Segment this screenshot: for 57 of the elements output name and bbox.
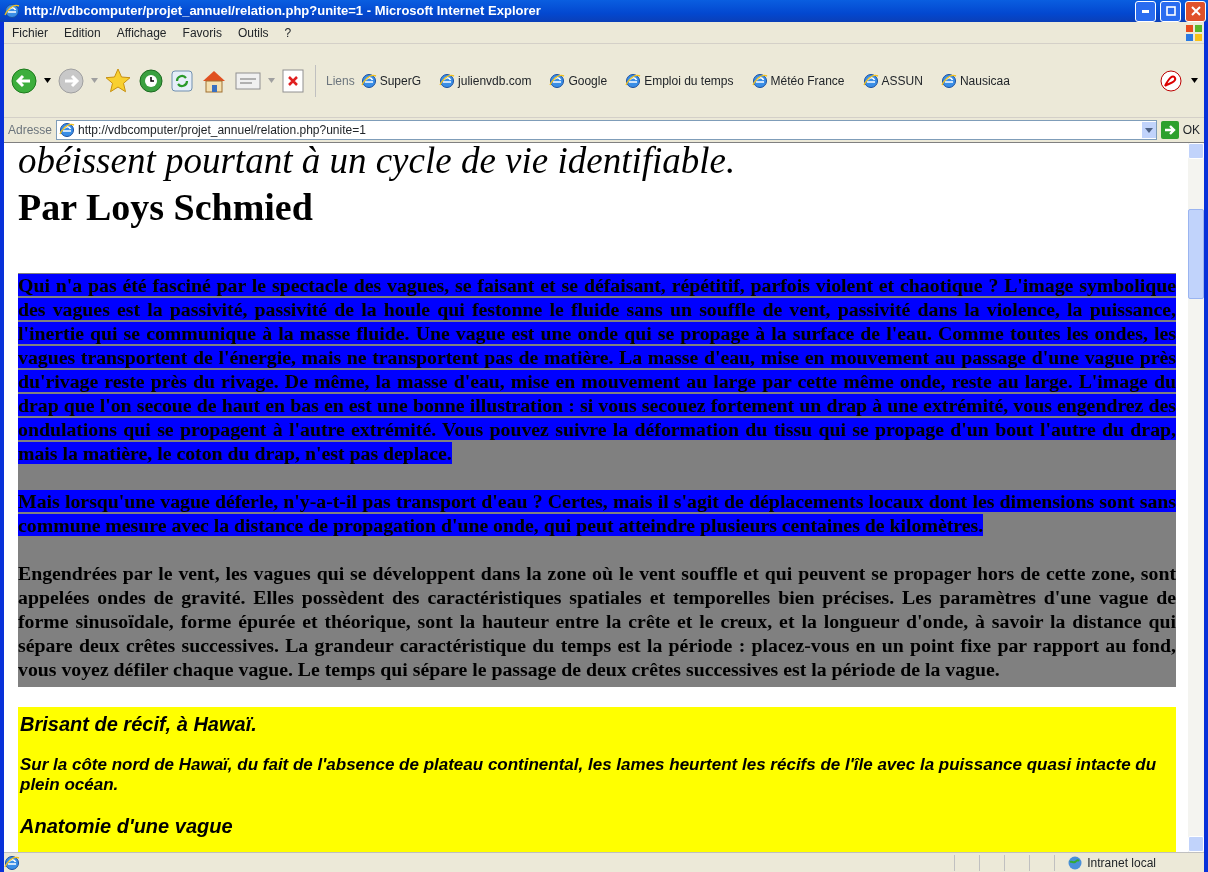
- paragraph: Engendrées par le vent, les vagues qui se développent dans la zone où le vent souffle et qui peuvent se propager hors de cette zone, sont appelées ondes de gravité. Elles possèdent des caractéristiques spatiales et temporelles bien précises. Les paramètres d'une vague de forme sinusoïdale, forme épurée et théorique, sont la hauteur entre la crête et le creux, et la longueur d'onde, à savoir la distance qui sépare deux crêtes successives. La grandeur caractéristique du temps est la période : placez-vous en un point fixe par rapport au fond, vous voyez défiler chaque vague. Le temps qui sépare le passage de deux crêtes successives est la période de la vague.: [18, 561, 1176, 681]
- paragraph: Mais lorsqu'une vague déferle, n'y-a-t-il pas transport d'eau ? Certes, mais il s'agit de déplacements locaux dont les dimensions sont sans commune mesure avec la distance de propagation d'une onde, qui peut atteindre plusieurs centaines de kilomètres.: [18, 489, 1176, 537]
- ie-page-icon: [439, 72, 456, 89]
- globe-icon: [1067, 854, 1084, 871]
- link[interactable]: julienvdb.com: [439, 71, 532, 90]
- section-heading: Anatomie d'une vague: [20, 814, 234, 839]
- menu-item[interactable]: Favoris: [174, 23, 230, 42]
- go-arrow-icon: [1160, 121, 1179, 139]
- history-icon[interactable]: [138, 67, 164, 94]
- maximize-button[interactable]: [1160, 0, 1181, 22]
- maximize-icon: [1165, 6, 1176, 16]
- go-button[interactable]: OK: [1160, 121, 1200, 139]
- author-heading: Par Loys Schmied: [18, 185, 314, 229]
- windows-flag-icon: [1184, 22, 1204, 43]
- link[interactable]: Google: [549, 71, 608, 90]
- scroll-thumb[interactable]: [1188, 209, 1204, 299]
- link[interactable]: ASSUN: [862, 71, 923, 90]
- address-field[interactable]: http://vdbcomputer/projet_annuel/relation.php?unite=1: [56, 120, 1157, 140]
- ie-page-icon: [625, 72, 642, 89]
- link[interactable]: Nausicaa: [940, 71, 1010, 90]
- ie-page-icon: [549, 72, 566, 89]
- close-icon: [1190, 6, 1201, 16]
- menu-item[interactable]: Outils: [229, 23, 277, 42]
- back-icon[interactable]: [10, 66, 38, 95]
- refresh-icon[interactable]: [170, 68, 194, 93]
- caption-text: Sur la côte nord de Hawaï, du fait de l'absence de plateau continental, les lames heurtent les récifs de l'île avec la puissance quasi intacte du plein océan.: [20, 755, 1158, 795]
- ie-page-icon: [4, 854, 20, 871]
- ie-page-icon: [862, 72, 879, 89]
- close-button[interactable]: [1185, 0, 1206, 22]
- minimize-button[interactable]: [1135, 0, 1156, 22]
- link[interactable]: SuperG: [360, 71, 422, 90]
- paragraph: Qui n'a pas été fasciné par le spectacle des vagues, se faisant et se défaisant, répétitif, parfois violent et chaotique ? L'image symbolique des vagues est la passivité, passivité de la houle qui festonne le fluide sans un souffle de vent, passivité dans la violence, la puissance, l'inertie qui se communique à la masse fluide. Une vague est une onde qui se propage à la surface de l'eau. Comme toutes les ondes, les vagues transportent de l'énergie, mais ne transportent pas de matière. La masse d'eau, mise en mouvement au passage d'une vague près du'rivage reste près du rivage. De même, la masse d'eau, mise en mouvement au large par cette même onde, reste au large. L'image du drap que l'on secoue de haut en bas en est une bonne illustration : si vous secouez fortement un drap à une extrémité, vous engendrez des ondulations qui se propagent à l'autre extrémité. Vous pouvez suivre la déformation du tissu qui se propage d'un bout l'autre du drap, mais la matière, le coton du drap, n'est pas deplace.: [18, 273, 1176, 465]
- menu-item[interactable]: Fichier: [4, 23, 56, 42]
- ie-page-icon: [360, 72, 377, 89]
- menu-item[interactable]: Affichage: [108, 23, 175, 42]
- caption-title: Brisant de récif, à Hawaï.: [20, 712, 258, 737]
- security-zone: Intranet local: [1087, 854, 1156, 872]
- minimize-icon: [1142, 9, 1149, 13]
- caret-icon[interactable]: [44, 78, 51, 83]
- caret-icon[interactable]: [1191, 78, 1198, 83]
- link[interactable]: Météo France: [751, 71, 845, 90]
- stop-icon[interactable]: [281, 67, 305, 94]
- ie-page-icon: [751, 72, 768, 89]
- ie-page-icon: [940, 72, 957, 89]
- ie-page-icon: [59, 122, 76, 138]
- star-icon[interactable]: [104, 66, 132, 95]
- dropdown-icon[interactable]: [1141, 122, 1156, 138]
- scrollbar[interactable]: [1188, 143, 1204, 852]
- subtitle-text: obéissent pourtant à un cycle de vie identifiable.: [18, 143, 737, 181]
- menu-item[interactable]: ?: [276, 23, 300, 42]
- address-label: Adresse: [8, 122, 53, 139]
- menu-item[interactable]: Edition: [56, 23, 109, 42]
- links-label: Liens: [326, 72, 355, 90]
- forward-icon[interactable]: [57, 66, 85, 95]
- ie-icon: [4, 3, 20, 19]
- window-title: http://vdbcomputer/projet_annuel/relation.php?unite=1 - Microsoft Internet Explorer: [24, 2, 542, 21]
- link[interactable]: Emploi du temps: [625, 71, 734, 90]
